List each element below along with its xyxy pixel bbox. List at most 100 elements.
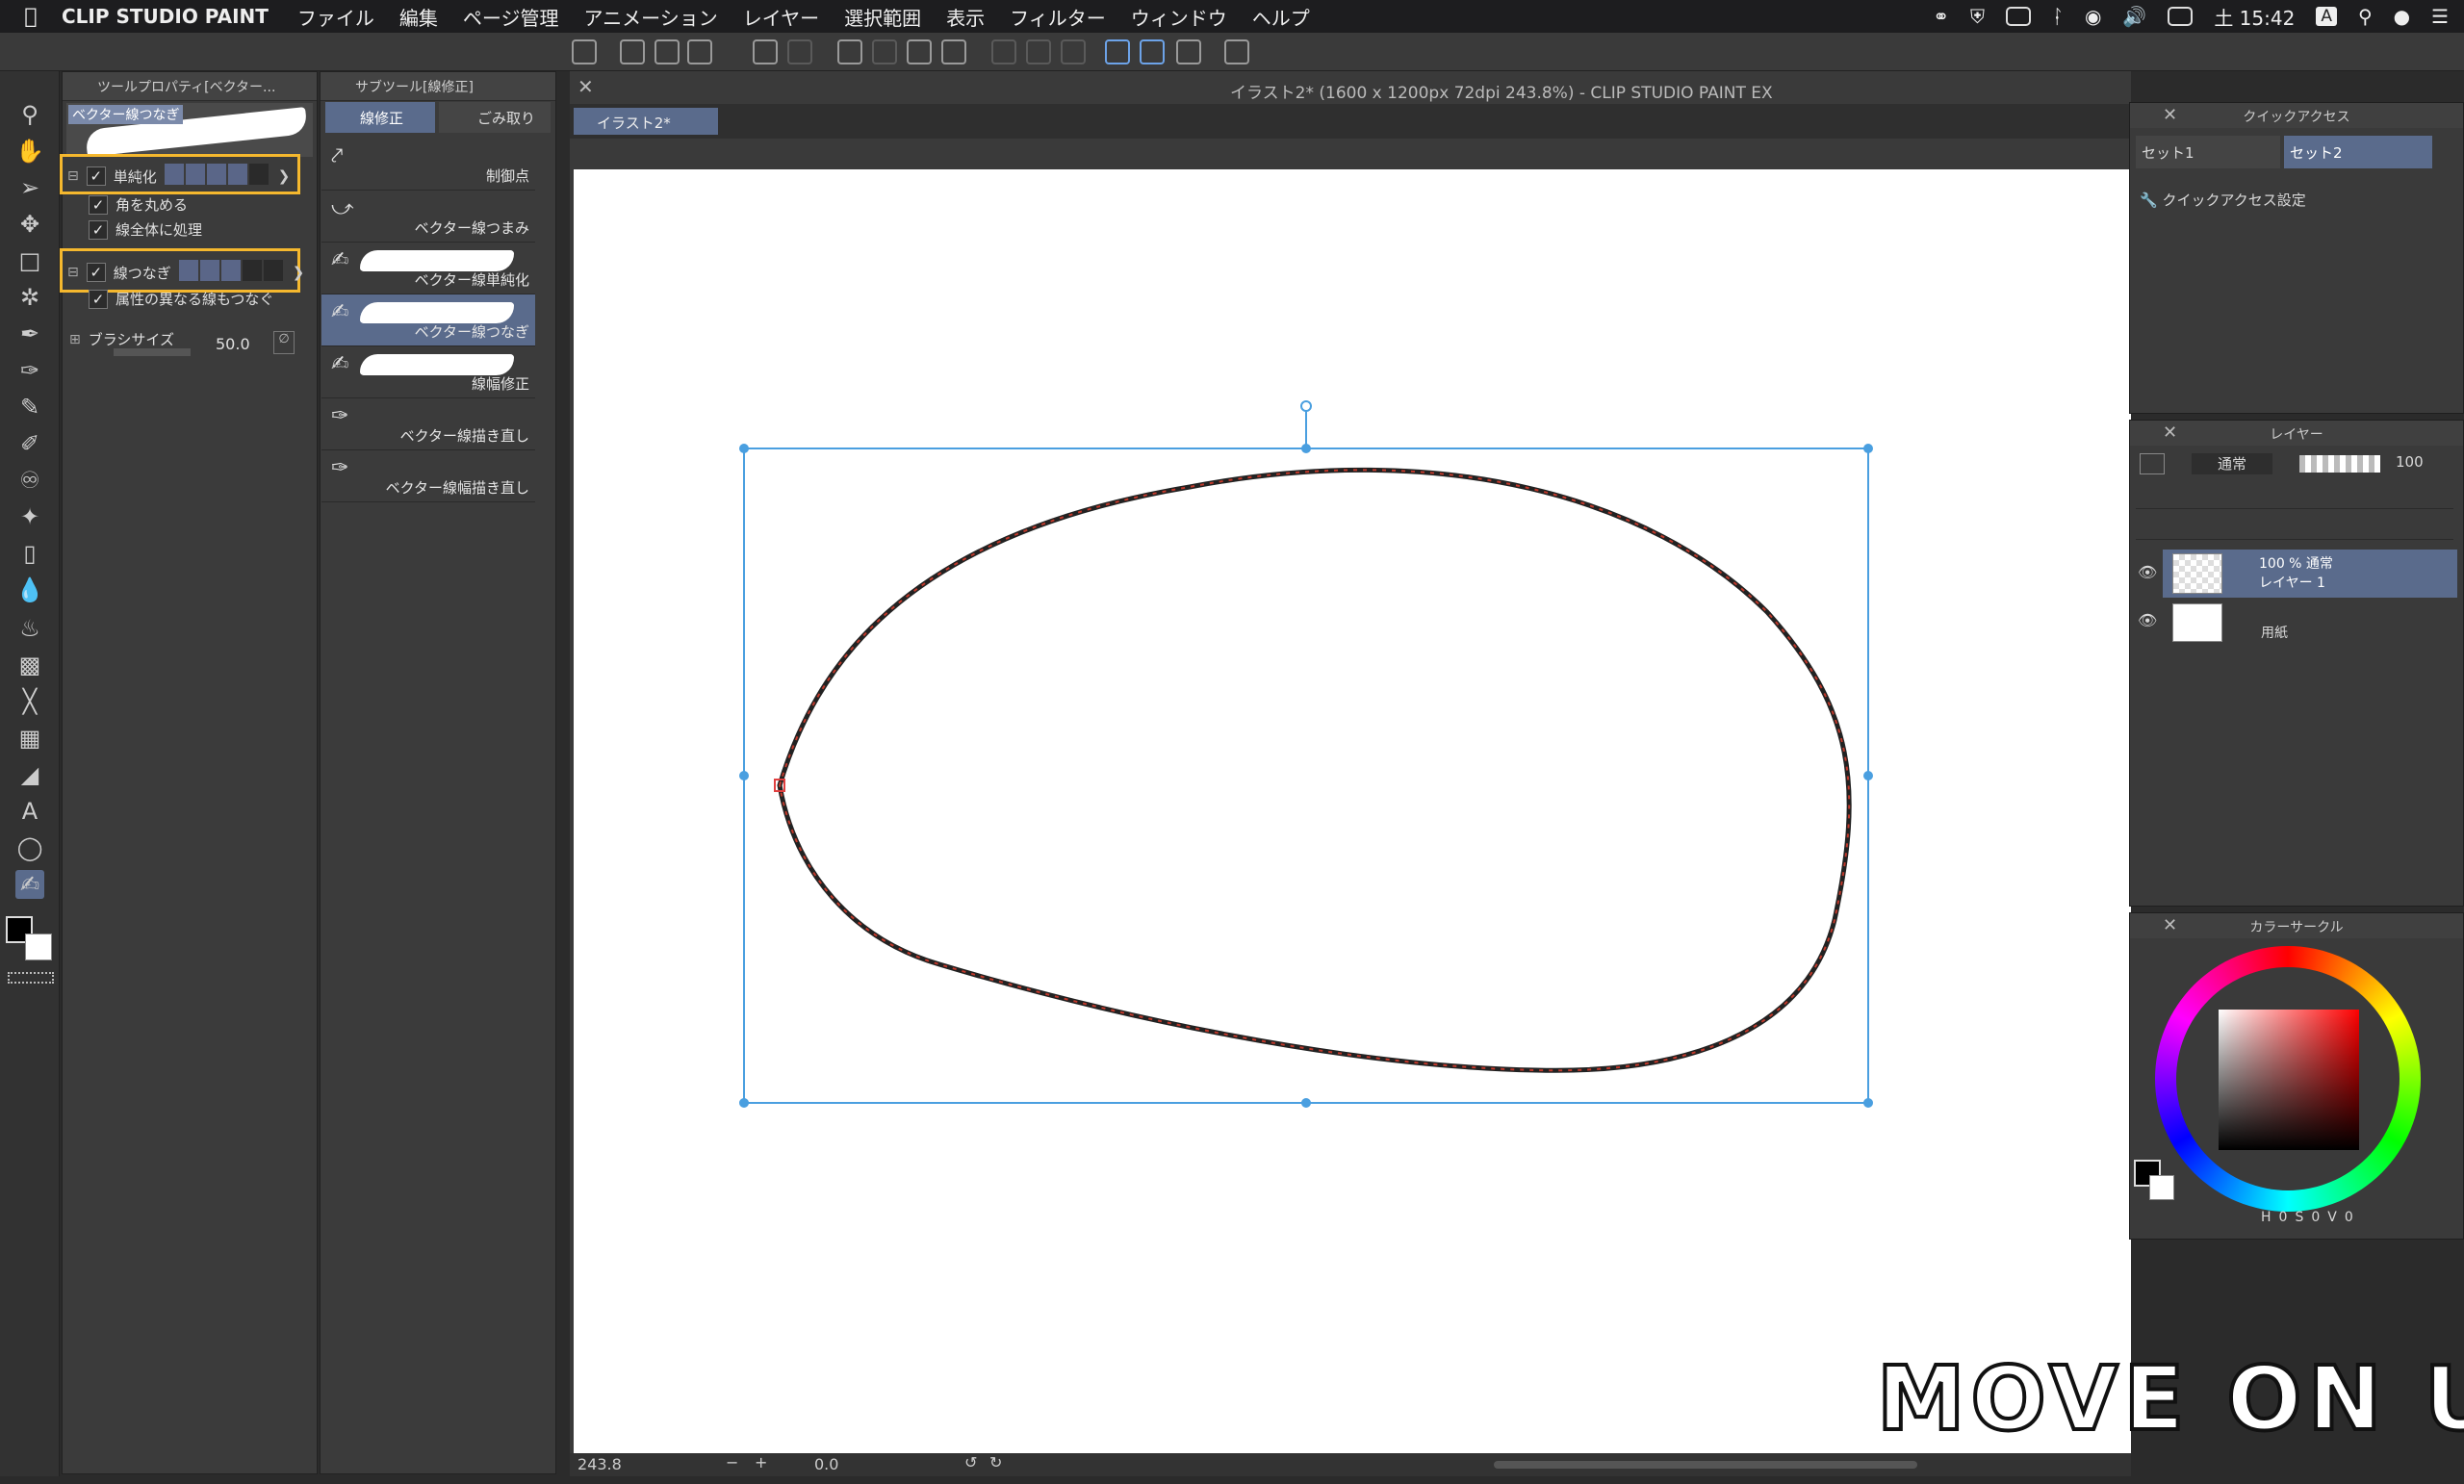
subtool-redraw-width[interactable]: ✑ ベクター線幅描き直し: [321, 450, 535, 502]
show-selection-icon[interactable]: [1061, 39, 1086, 64]
layer-row-1[interactable]: 100 % 通常 レイヤー 1: [2163, 550, 2457, 598]
close-window-icon[interactable]: ✕: [578, 75, 594, 98]
document-tab[interactable]: イラスト2*: [574, 108, 718, 135]
subtool-vector-simplify[interactable]: ✍ ベクター線単純化: [321, 243, 535, 294]
menu-page[interactable]: ページ管理: [463, 3, 559, 31]
chevron-right-icon[interactable]: ❯: [278, 167, 291, 185]
battery-icon[interactable]: [2168, 7, 2194, 26]
selection-tool-icon[interactable]: □: [15, 246, 44, 275]
quick-access-settings[interactable]: 🔧 クイックアクセス設定: [2140, 190, 2306, 210]
connect-different-row[interactable]: ✓ 属性の異なる線もつなぐ: [89, 289, 273, 309]
shield-icon[interactable]: ⛨: [1970, 5, 1985, 28]
decoration-icon[interactable]: ✦: [15, 502, 44, 531]
layer-toolbar-row-2[interactable]: [2136, 513, 2453, 540]
expand-icon[interactable]: ⊞: [69, 332, 81, 347]
pen-tool-icon[interactable]: ✑: [15, 356, 44, 385]
blend-mode-select[interactable]: 通常: [2192, 453, 2272, 474]
subtool-control-point[interactable]: ⤤ 制御点: [321, 139, 535, 191]
volume-icon[interactable]: 🔊: [2122, 5, 2146, 28]
snap-special-ruler-icon[interactable]: [1140, 39, 1165, 64]
wifi-icon[interactable]: ◉: [2085, 5, 2101, 28]
menu-filter[interactable]: フィルター: [1010, 3, 1106, 31]
snap-grid-icon[interactable]: [1176, 39, 1201, 64]
process-whole-checkbox[interactable]: ✓: [89, 219, 108, 240]
ruler-icon[interactable]: ◢: [15, 760, 44, 789]
app-name-menu[interactable]: CLIP STUDIO PAINT: [62, 5, 269, 28]
rotation-value[interactable]: 0.0: [814, 1455, 838, 1473]
gradient-icon[interactable]: ▩: [15, 651, 44, 679]
tab-line-fix[interactable]: 線修正: [325, 102, 435, 133]
brush-size-row[interactable]: ⊞ ブラシサイズ: [69, 329, 174, 349]
input-source-icon[interactable]: A: [2316, 7, 2337, 26]
zoom-value[interactable]: 243.8: [578, 1455, 622, 1473]
menu-help[interactable]: ヘルプ: [1252, 3, 1310, 31]
menu-selection[interactable]: 選択範囲: [844, 3, 921, 31]
connect-slider[interactable]: [178, 260, 285, 285]
eye-icon[interactable]: 👁: [2138, 611, 2157, 629]
eyedropper-icon[interactable]: ✒: [15, 320, 44, 348]
operation-tool-icon[interactable]: ➢: [15, 173, 44, 202]
menu-file[interactable]: ファイル: [297, 3, 374, 31]
horizontal-scrollbar[interactable]: [1494, 1461, 1917, 1469]
pencil-tool-icon[interactable]: ✎: [15, 393, 44, 422]
bluetooth-icon[interactable]: ᛛ: [2052, 5, 2064, 28]
layer-row-paper[interactable]: 用紙: [2163, 600, 2457, 646]
clip-studio-icon[interactable]: [572, 39, 597, 64]
brush-size-slider[interactable]: [114, 348, 191, 356]
saturation-value-square[interactable]: [2219, 1010, 2359, 1150]
blend-icon[interactable]: 💧: [15, 576, 44, 604]
brush-size-value[interactable]: 50.0: [216, 335, 250, 353]
layer-toolbar-row-1[interactable]: [2136, 484, 2453, 509]
simplify-slider[interactable]: [164, 164, 270, 189]
layer-name[interactable]: レイヤー 1: [2259, 573, 2325, 592]
move-layer-icon[interactable]: ✥: [15, 210, 44, 239]
fill-icon[interactable]: [907, 39, 932, 64]
figure-icon[interactable]: ╳: [15, 687, 44, 716]
loading-icon[interactable]: [837, 39, 862, 64]
tab-set1[interactable]: セット1: [2136, 136, 2280, 168]
connect-row[interactable]: ⊟ ✓ 線つなぎ ❯: [67, 260, 304, 285]
undo-icon[interactable]: [753, 39, 778, 64]
simplify-checkbox[interactable]: ✓: [86, 166, 106, 186]
subtool-vector-pinch[interactable]: ⤻ ベクター線つまみ: [321, 191, 535, 243]
user-avatar-icon[interactable]: ●: [2394, 5, 2410, 28]
process-whole-row[interactable]: ✓ 線全体に処理: [89, 219, 202, 240]
creative-cloud-icon[interactable]: ⚭: [1933, 5, 1949, 28]
connect-checkbox[interactable]: ✓: [86, 263, 106, 282]
zoom-out-icon[interactable]: −: [726, 1453, 738, 1471]
pressure-icon[interactable]: ∅: [273, 331, 295, 354]
snap-ruler-icon[interactable]: [1105, 39, 1130, 64]
hand-tool-icon[interactable]: ✋: [15, 137, 44, 166]
frame-border-icon[interactable]: ▦: [15, 724, 44, 753]
sub-color-swatch[interactable]: [2149, 1175, 2174, 1200]
round-corners-checkbox[interactable]: ✓: [89, 194, 108, 215]
help-icon[interactable]: [1224, 39, 1249, 64]
round-corners-row[interactable]: ✓ 角を丸める: [89, 194, 188, 215]
simplify-row[interactable]: ⊟ ✓ 単純化 ❯: [67, 164, 290, 189]
balloon-icon[interactable]: ◯: [15, 833, 44, 862]
save-icon[interactable]: [687, 39, 712, 64]
tab-set2[interactable]: セット2: [2284, 136, 2432, 168]
display-icon[interactable]: [2005, 7, 2031, 26]
eraser-icon[interactable]: ▯: [15, 539, 44, 568]
transform-icon[interactable]: [941, 39, 966, 64]
zoom-in-icon[interactable]: +: [755, 1453, 767, 1471]
tab-dust-removal[interactable]: ごみ取り: [439, 102, 551, 133]
opacity-slider[interactable]: [2299, 455, 2380, 473]
notification-center-icon[interactable]: ☰: [2431, 5, 2449, 28]
spotlight-search-icon[interactable]: ⚲: [2358, 5, 2373, 28]
brush-tool-icon[interactable]: ✐: [15, 429, 44, 458]
chevron-right-icon[interactable]: ❯: [293, 264, 305, 281]
subtool-line-width[interactable]: ✍ 線幅修正: [321, 346, 535, 398]
menu-animation[interactable]: アニメーション: [584, 3, 718, 31]
transparent-color-icon[interactable]: [8, 972, 54, 984]
clock[interactable]: 土 15:42: [2214, 3, 2295, 31]
collapse-icon[interactable]: ⊟: [67, 265, 79, 280]
airbrush-icon[interactable]: ♾: [15, 466, 44, 495]
apple-menu-icon[interactable]: : [0, 5, 62, 29]
invert-selection-icon[interactable]: [1026, 39, 1051, 64]
text-tool-icon[interactable]: A: [15, 797, 44, 826]
open-file-icon[interactable]: [654, 39, 680, 64]
collapse-icon[interactable]: ⊟: [67, 168, 79, 184]
menu-view[interactable]: 表示: [946, 3, 985, 31]
